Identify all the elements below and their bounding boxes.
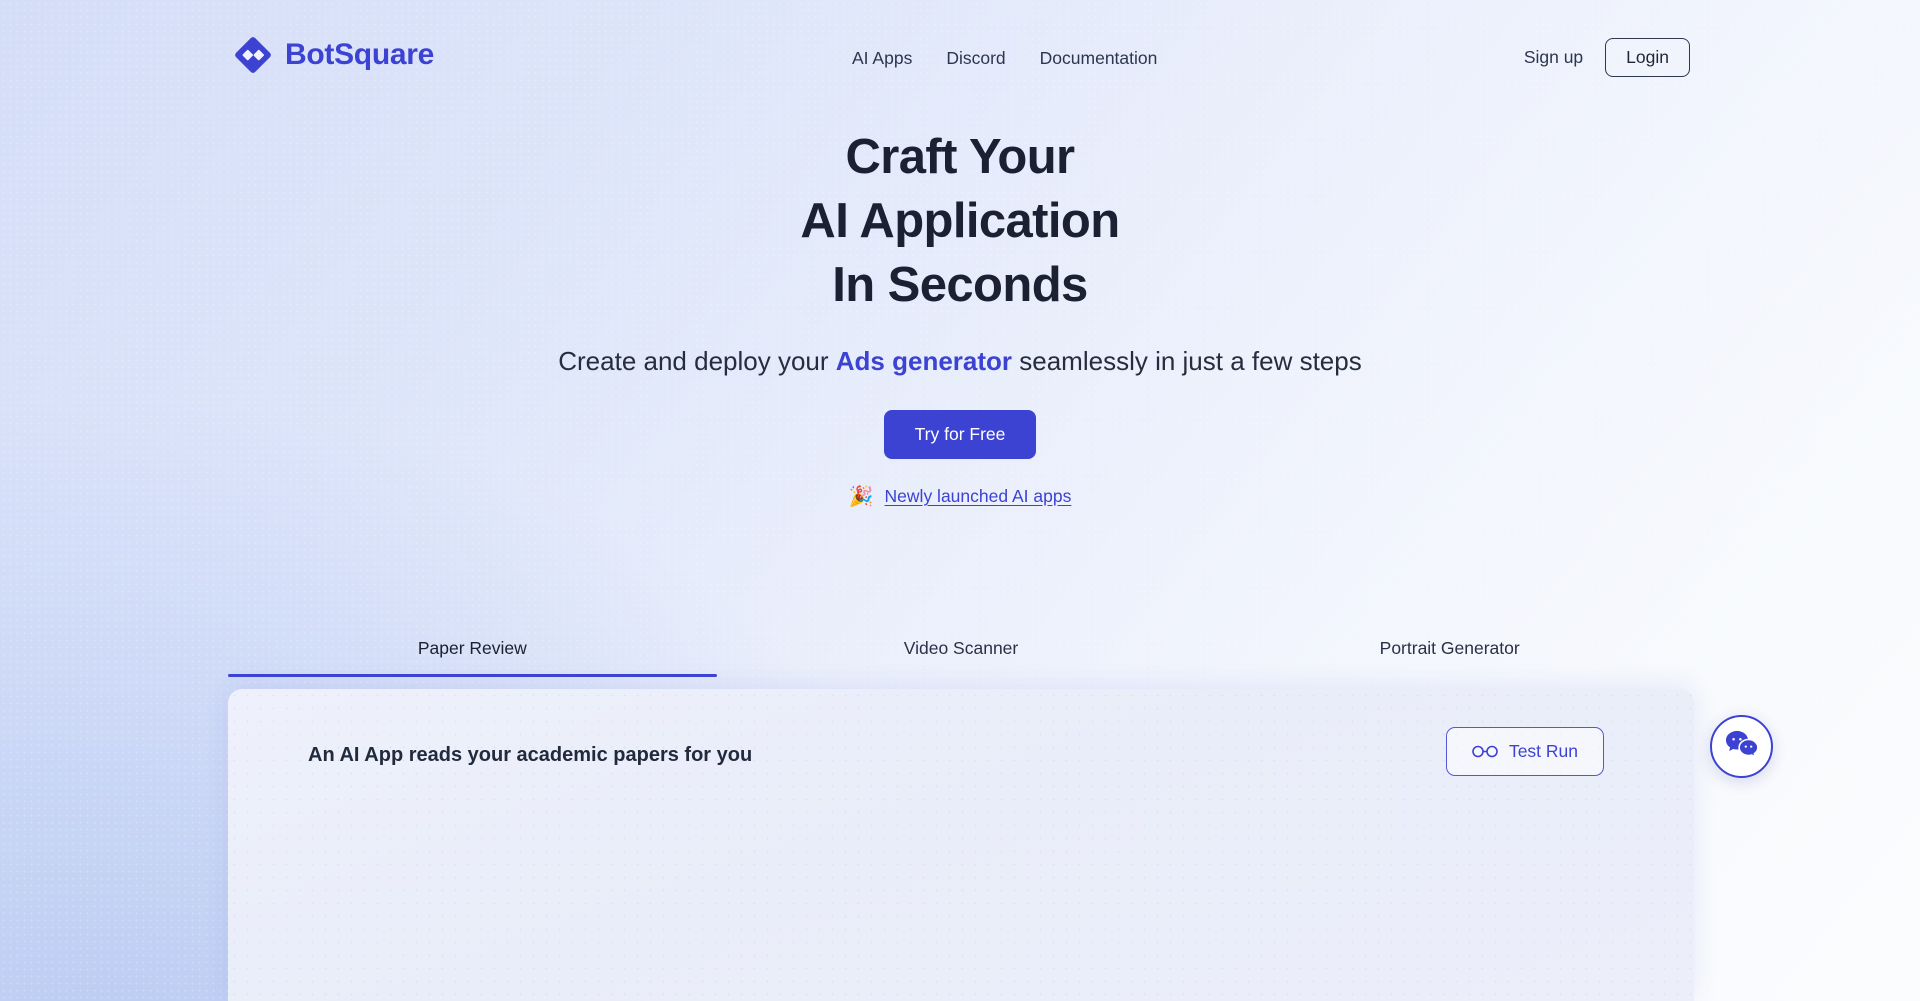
brand-logo[interactable]: BotSquare (233, 35, 434, 75)
hero-subtitle: Create and deploy your Ads generator sea… (0, 346, 1920, 377)
nav-item-documentation[interactable]: Documentation (1040, 48, 1158, 69)
party-popper-icon: 🎉 (848, 485, 874, 508)
hero-subtitle-highlight: Ads generator (835, 346, 1013, 376)
chat-widget-button[interactable] (1710, 715, 1773, 778)
hero-title-line-2: AI Application (800, 194, 1120, 248)
newly-launched-link[interactable]: Newly launched AI apps (885, 486, 1072, 507)
showcase-panel: An AI App reads your academic papers for… (228, 689, 1694, 1001)
tab-video-scanner[interactable]: Video Scanner (717, 638, 1206, 677)
announcement-link-row[interactable]: 🎉 Newly launched AI apps (0, 486, 1920, 507)
main-nav: AI Apps Discord Documentation (852, 48, 1157, 69)
brand-name: BotSquare (285, 38, 434, 71)
page-title: Craft Your AI Application In Seconds (0, 125, 1920, 317)
header-actions: Sign up Login (1524, 38, 1690, 77)
hero-title-line-1: Craft Your (845, 130, 1075, 184)
login-button[interactable]: Login (1605, 38, 1690, 77)
try-for-free-button[interactable]: Try for Free (883, 410, 1037, 459)
tab-portrait-generator[interactable]: Portrait Generator (1205, 638, 1694, 677)
nav-item-ai-apps[interactable]: AI Apps (852, 48, 912, 69)
tab-paper-review[interactable]: Paper Review (228, 638, 717, 678)
chat-bubbles-icon (1724, 729, 1760, 764)
diamond-logo-icon (233, 35, 273, 75)
signup-link[interactable]: Sign up (1524, 47, 1583, 68)
hero-subtitle-suffix: seamlessly in just a few steps (1012, 346, 1362, 376)
hero-section: Craft Your AI Application In Seconds Cre… (0, 125, 1920, 507)
hero-subtitle-prefix: Create and deploy your (558, 346, 836, 376)
hero-title-line-3: In Seconds (832, 258, 1088, 312)
site-header: BotSquare AI Apps Discord Documentation … (0, 0, 1920, 98)
nav-item-discord[interactable]: Discord (946, 48, 1005, 69)
showcase-tabs: Paper Review Video Scanner Portrait Gene… (228, 638, 1694, 678)
workflow-canvas[interactable]: Vector Database vd-s-0 (228, 689, 1694, 1001)
